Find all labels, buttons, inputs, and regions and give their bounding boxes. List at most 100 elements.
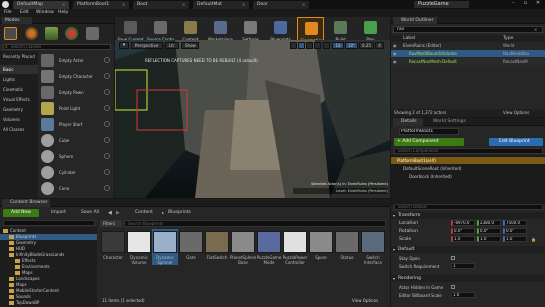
menu-item-window[interactable]: Window (36, 9, 54, 17)
place-item[interactable]: Sphere (38, 149, 114, 164)
type-column-header[interactable]: Type (503, 35, 543, 42)
scale-snap-value[interactable]: 0.25 (359, 42, 374, 49)
level-viewport[interactable]: ▾ Perspective Lit Show 10 10° 0.25 4 REF… (115, 40, 390, 198)
help-icon[interactable] (104, 137, 110, 143)
geometry-mode-icon[interactable] (86, 27, 99, 40)
document-tab[interactable]: PlatformBoot1 ✕ (73, 1, 129, 9)
place-item[interactable]: Empty Character (38, 69, 114, 84)
translate-icon[interactable] (298, 42, 305, 49)
outliner-row[interactable]: ◉ ElvenRuins (Editor) World (391, 42, 545, 49)
details-tab[interactable]: Details (393, 118, 423, 126)
path-content[interactable]: Content (135, 209, 161, 217)
scale-y-field[interactable]: 1.0 (477, 236, 501, 242)
world-local-icon[interactable] (323, 42, 330, 49)
select-mode-icon[interactable] (290, 42, 297, 49)
component-item[interactable]: DefaultSceneRoot (Inherited) (391, 165, 545, 172)
scale-x-field[interactable]: 1.0 (451, 236, 475, 242)
help-icon[interactable] (104, 169, 110, 175)
close-button[interactable]: ✕ (532, 0, 544, 8)
world-settings-tab[interactable]: World Settings (425, 118, 469, 126)
rotation-snap-value[interactable]: 10° (345, 42, 358, 49)
help-icon[interactable] (104, 185, 110, 191)
content-view-options[interactable]: View Options (352, 297, 388, 305)
perspective-button[interactable]: Perspective (131, 42, 163, 49)
close-tab-icon[interactable]: ✕ (242, 1, 245, 9)
menu-item-help[interactable]: Help (58, 9, 68, 17)
rotation-z-field[interactable]: 0.0° (503, 228, 527, 234)
place-mode-icon[interactable] (4, 27, 17, 40)
edit-blueprint-button[interactable]: Edit Blueprint (489, 138, 543, 146)
add-new-button[interactable]: Add New (3, 209, 39, 217)
scale-z-field[interactable]: 1.0 (503, 236, 527, 242)
asset-tile[interactable]: Gate (178, 229, 204, 265)
component-item[interactable]: Doorblock (Inherited) (391, 173, 545, 180)
eye-icon[interactable]: ◉ (393, 50, 397, 57)
help-icon[interactable] (104, 89, 110, 95)
menu-item-edit[interactable]: Edit (20, 9, 29, 17)
folder-item[interactable]: TopDownBP (0, 300, 97, 306)
switch-requirement-field[interactable]: 1 (451, 263, 475, 269)
asset-tile[interactable]: PuzzleGame Mode (256, 229, 282, 265)
stay-open-checkbox[interactable] (451, 256, 455, 260)
clear-search-icon[interactable]: ✕ (534, 27, 537, 32)
default-section-header[interactable]: ▾ Default (391, 246, 545, 253)
close-tab-icon[interactable]: ✕ (302, 1, 305, 9)
close-tab-icon[interactable]: ✕ (62, 1, 65, 9)
rotation-y-field[interactable]: 0.0° (477, 228, 501, 234)
help-icon[interactable] (104, 105, 110, 111)
help-icon[interactable] (104, 153, 110, 159)
outliner-search[interactable]: rav ✕ (393, 26, 543, 33)
path-blueprints[interactable]: Blueprints (168, 209, 208, 217)
asset-tile[interactable]: PuzzlePower Controller (282, 229, 308, 265)
eye-icon[interactable]: ◉ (393, 42, 397, 49)
asset-tile[interactable]: PlanetSphere Base (230, 229, 256, 265)
place-item[interactable]: Point Light (38, 101, 114, 116)
mode-category[interactable]: Visual Effects (0, 95, 38, 104)
document-tab[interactable]: DefaultMap ✕ (13, 1, 69, 9)
maximize-button[interactable]: ▫ (520, 0, 531, 8)
place-item[interactable]: Empty Actor (38, 53, 114, 68)
location-z-field[interactable]: 7500.0 (503, 220, 527, 226)
details-search[interactable]: Search Details (394, 204, 543, 210)
save-all-button[interactable]: Save All (72, 209, 104, 217)
eye-icon[interactable]: ◉ (393, 58, 397, 65)
asset-tile[interactable]: Dynamic Volume (126, 229, 152, 265)
lock-scale-icon[interactable]: 🔒 (531, 236, 536, 243)
place-item[interactable]: Empty Pawn (38, 85, 114, 100)
rotate-icon[interactable] (306, 42, 313, 49)
asset-tile[interactable]: Dynamic Spinner (152, 229, 178, 265)
outliner-view-options[interactable]: View Options (503, 109, 543, 117)
mode-category[interactable]: Recently Placed (0, 52, 38, 61)
place-item[interactable]: Cone (38, 181, 114, 196)
lit-button[interactable]: Lit (165, 42, 179, 49)
back-arrow-icon[interactable]: ◀ (108, 209, 112, 217)
menu-item-file[interactable]: File (4, 9, 12, 17)
forward-arrow-icon[interactable]: ▶ (116, 209, 120, 217)
modes-tab[interactable]: Modes (2, 17, 32, 24)
camera-speed-value[interactable]: 4 (375, 42, 384, 49)
location-x-field[interactable]: -6970.0 (451, 220, 475, 226)
rendering-section-header[interactable]: ▾ Rendering (391, 275, 545, 282)
scale-icon[interactable] (314, 42, 321, 49)
foliage-mode-icon[interactable] (65, 27, 78, 40)
import-button[interactable]: Import (42, 209, 72, 217)
transform-section-header[interactable]: ▾ Transform (391, 212, 545, 219)
close-tab-icon[interactable]: ✕ (182, 1, 185, 9)
document-tab[interactable]: Boot ✕ (133, 1, 189, 9)
paint-mode-icon[interactable] (25, 27, 38, 40)
filters-button[interactable]: Filters (100, 220, 122, 227)
billboard-scale-field[interactable]: 1.0 (451, 292, 475, 298)
mode-category[interactable]: All Classes (0, 125, 38, 134)
mode-category[interactable]: Basic (0, 65, 38, 74)
asset-tile[interactable]: Character (100, 229, 126, 265)
folder-search[interactable] (3, 220, 95, 226)
component-item[interactable]: PlatformBoot1(self) (391, 157, 545, 164)
asset-tile[interactable]: Switch Interface (360, 229, 386, 265)
close-tab-icon[interactable]: ✕ (122, 1, 125, 9)
mode-category[interactable]: Cinematic (0, 85, 38, 94)
grid-snap-value[interactable]: 10 (332, 42, 344, 49)
asset-tile[interactable]: Statue (334, 229, 360, 265)
mode-category[interactable]: Lights (0, 75, 38, 84)
asset-tile[interactable]: Spore (308, 229, 334, 265)
minimize-button[interactable]: – (508, 0, 519, 8)
